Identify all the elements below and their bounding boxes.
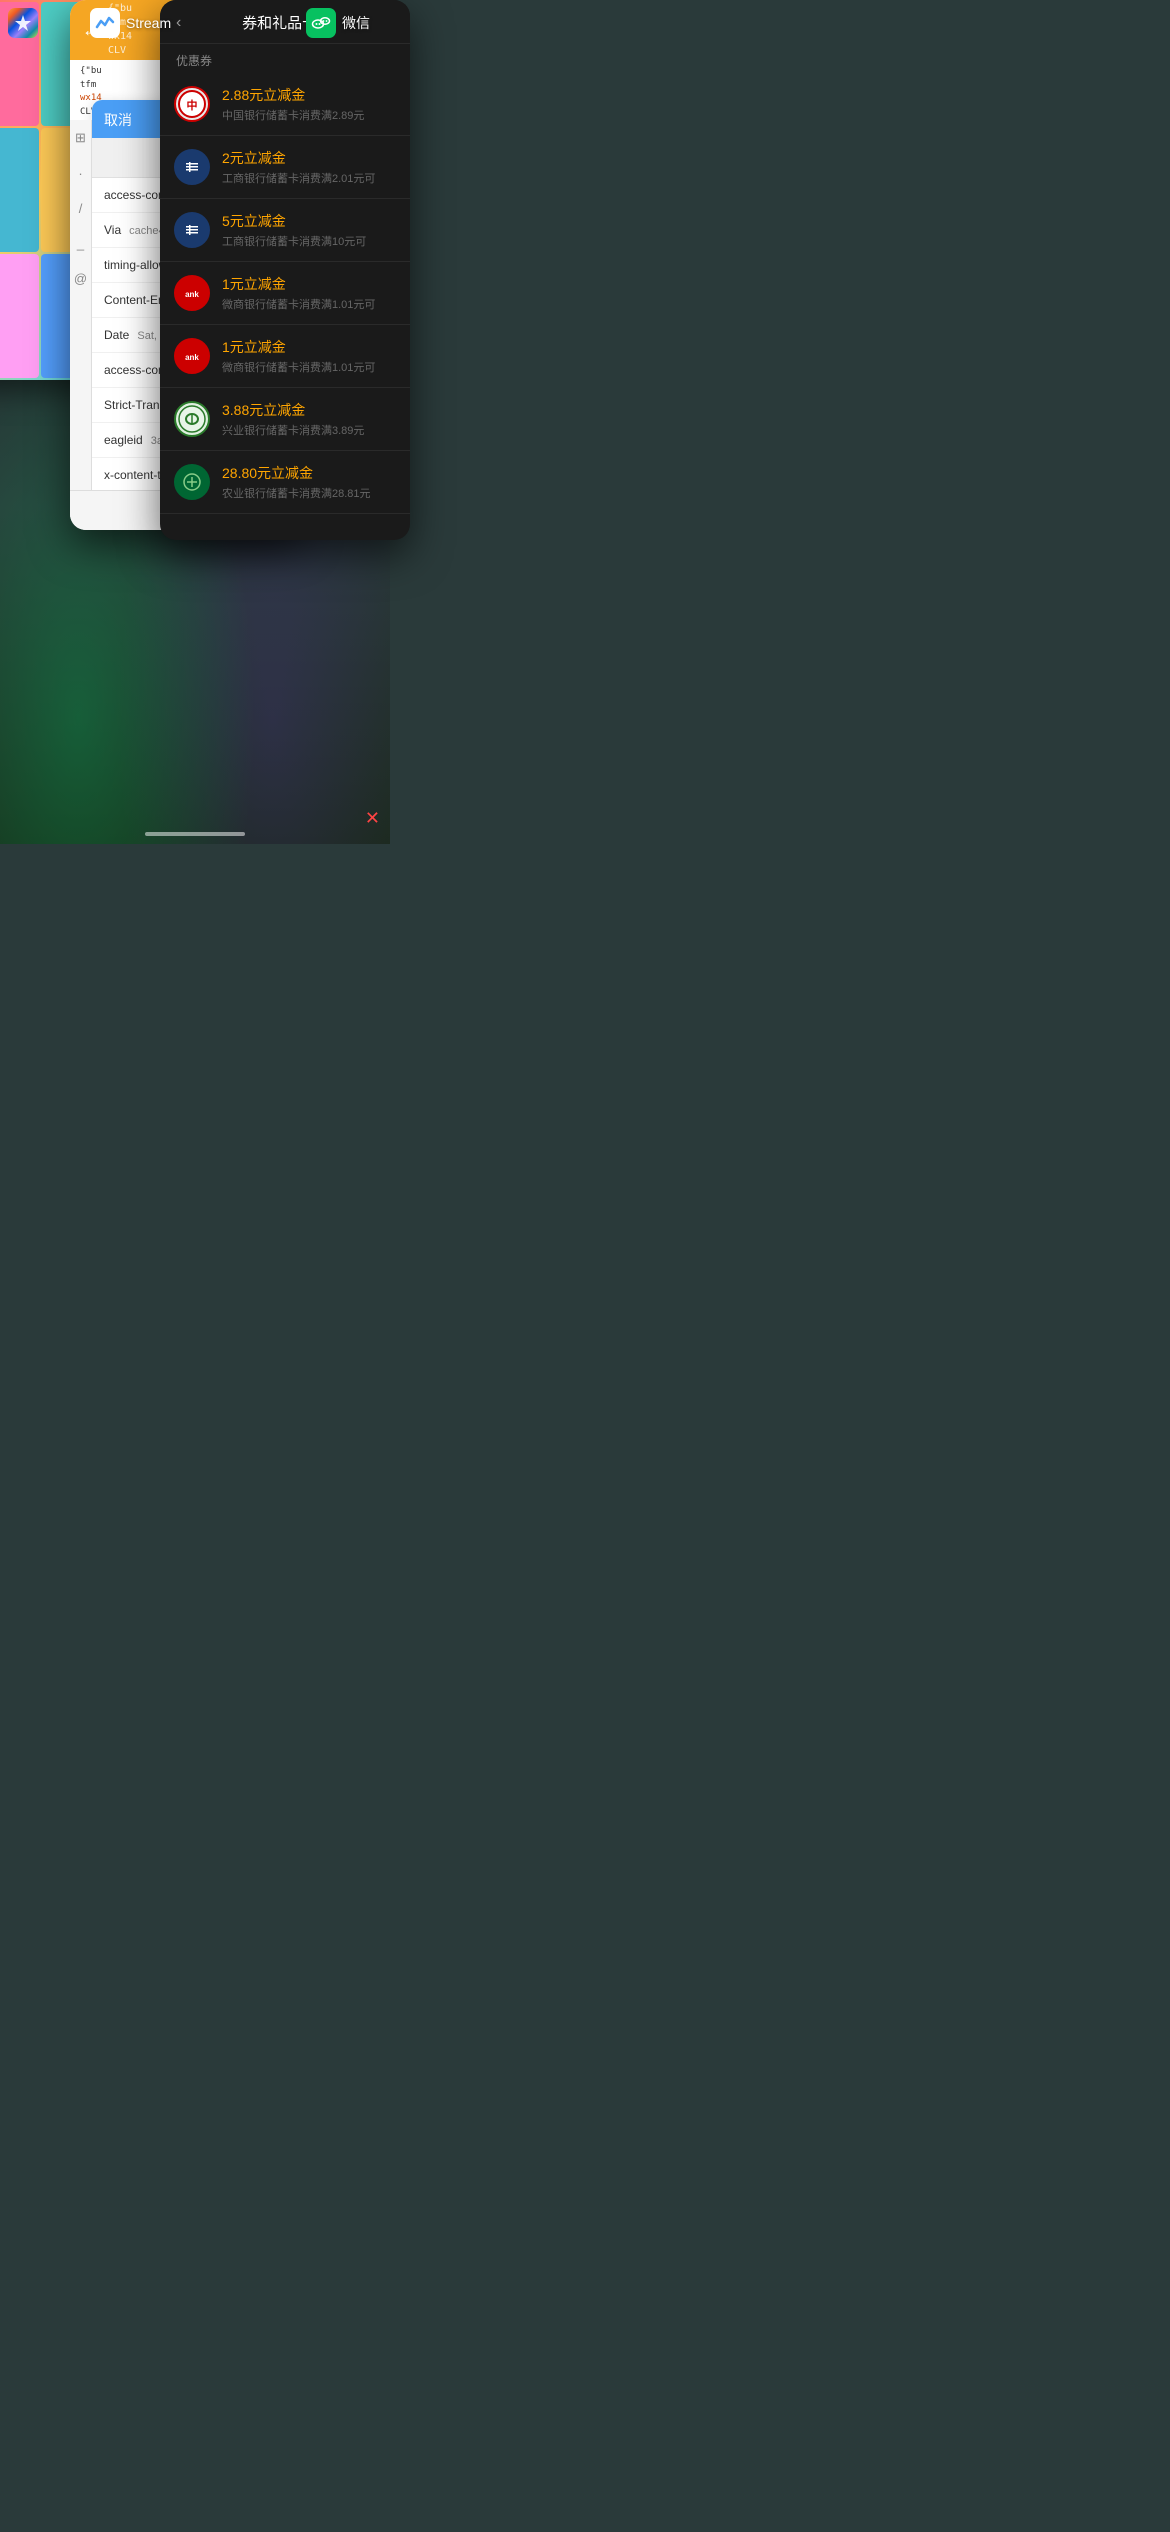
stream-sidebar: ⊞ · / _ @: [70, 120, 92, 530]
wechat-app-label: 微信: [342, 13, 370, 33]
stream-app-label: Stream: [126, 15, 171, 31]
sidebar-at-icon: @: [74, 271, 87, 286]
wechat-back-btn[interactable]: ‹: [176, 14, 181, 32]
home-indicator[interactable]: [145, 832, 245, 836]
coupon-title-boc: 2.88元立减金: [222, 85, 396, 105]
svg-text:中: 中: [187, 98, 198, 112]
coupon-desc-cmb-1: 微商银行储蓄卡消费满1.01元可: [222, 296, 396, 312]
sidebar-dash-icon: _: [77, 236, 84, 251]
photo-cell-3: [0, 128, 39, 252]
photos-app-icon: [8, 8, 38, 38]
sidebar-grid-icon: ⊞: [75, 130, 86, 146]
app-label-photos: [8, 8, 38, 38]
row-label: eagleid: [104, 433, 143, 447]
stream-cancel-btn[interactable]: 取消: [104, 110, 132, 130]
coupon-logo-icbc-2: [174, 212, 210, 248]
photo-cell-5: [0, 254, 39, 378]
coupon-info-icbc-2: 5元立减金 工商银行储蓄卡消费满10元可: [222, 211, 396, 249]
coupon-logo-abc: [174, 464, 210, 500]
coupon-title-cmb-1: 1元立减金: [222, 274, 396, 294]
coupon-item-icbc-1[interactable]: 2元立减金 工商银行储蓄卡消费满2.01元可: [160, 136, 410, 199]
coupon-logo-icbc-1: [174, 149, 210, 185]
coupon-title-icbc-2: 5元立减金: [222, 211, 396, 231]
coupon-item-boc[interactable]: 中 2.88元立减金 中国银行储蓄卡消费满2.89元: [160, 73, 410, 136]
coupon-title-abc: 28.80元立减金: [222, 463, 396, 483]
red-badge: ✕: [365, 808, 380, 829]
coupon-desc-abc: 农业银行储蓄卡消费满28.81元: [222, 485, 396, 501]
coupon-info-cmb-2: 1元立减金 微商银行储蓄卡消费满1.01元可: [222, 337, 396, 375]
card-wechat[interactable]: ‹ 券和礼品卡 优惠券 中 2.88元立减金 中国银行储蓄卡消费满2.89元: [160, 0, 410, 540]
coupon-title-icbc-1: 2元立减金: [222, 148, 396, 168]
coupon-logo-cib: [174, 401, 210, 437]
coupon-info-cib: 3.88元立减金 兴业银行储蓄卡消费满3.89元: [222, 400, 396, 438]
wechat-app-icon: [306, 8, 336, 38]
coupon-desc-cib: 兴业银行储蓄卡消费满3.89元: [222, 422, 396, 438]
sidebar-slash-icon: /: [79, 201, 83, 216]
coupon-desc-icbc-2: 工商银行储蓄卡消费满10元可: [222, 233, 396, 249]
coupon-item-abc[interactable]: 28.80元立减金 农业银行储蓄卡消费满28.81元: [160, 451, 410, 514]
coupon-item-icbc-2[interactable]: 5元立减金 工商银行储蓄卡消费满10元可: [160, 199, 410, 262]
coupon-desc-boc: 中国银行储蓄卡消费满2.89元: [222, 107, 396, 123]
row-label: Via: [104, 223, 121, 237]
coupon-item-cmb-2[interactable]: ank 1元立减金 微商银行储蓄卡消费满1.01元可: [160, 325, 410, 388]
svg-text:ank: ank: [185, 290, 199, 299]
coupon-desc-cmb-2: 微商银行储蓄卡消费满1.01元可: [222, 359, 396, 375]
sidebar-dot-icon: ·: [78, 166, 82, 181]
coupon-title-cmb-2: 1元立减金: [222, 337, 396, 357]
coupon-info-cmb-1: 1元立减金 微商银行储蓄卡消费满1.01元可: [222, 274, 396, 312]
coupon-item-cib[interactable]: 3.88元立减金 兴业银行储蓄卡消费满3.89元: [160, 388, 410, 451]
app-label-wechat: 微信: [306, 8, 370, 38]
coupon-logo-cmb-1: ank: [174, 275, 210, 311]
app-label-stream: Stream: [90, 8, 171, 38]
row-label: Date: [104, 328, 129, 342]
symbols-label: 符号: [92, 462, 93, 490]
coupon-info-abc: 28.80元立减金 农业银行储蓄卡消费满28.81元: [222, 463, 396, 501]
coupon-item-cmb-1[interactable]: ank 1元立减金 微商银行储蓄卡消费满1.01元可: [160, 262, 410, 325]
coupon-logo-boc: 中: [174, 86, 210, 122]
svg-text:ank: ank: [185, 353, 199, 362]
stream-app-icon: [90, 8, 120, 38]
coupon-title-cib: 3.88元立减金: [222, 400, 396, 420]
coupon-logo-cmb-2: ank: [174, 338, 210, 374]
wechat-coupons-section: 优惠券: [160, 44, 410, 73]
wechat-top-bar: ‹ 券和礼品卡: [160, 0, 410, 44]
coupon-info-boc: 2.88元立减金 中国银行储蓄卡消费满2.89元: [222, 85, 396, 123]
coupon-desc-icbc-1: 工商银行储蓄卡消费满2.01元可: [222, 170, 396, 186]
coupon-info-icbc-1: 2元立减金 工商银行储蓄卡消费满2.01元可: [222, 148, 396, 186]
